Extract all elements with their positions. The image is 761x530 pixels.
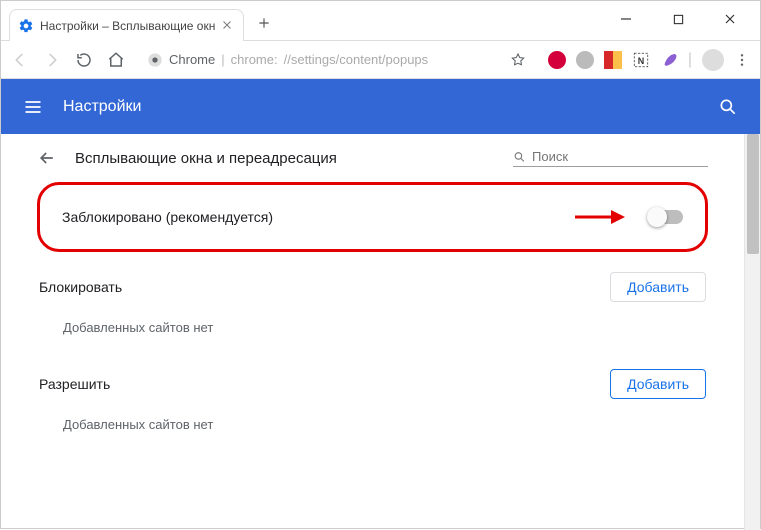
search-icon <box>513 150 526 164</box>
allow-add-button[interactable]: Добавить <box>610 369 706 399</box>
nav-back-icon <box>11 51 29 69</box>
header-search-icon[interactable] <box>718 97 738 117</box>
address-scheme: chrome: <box>231 52 278 67</box>
menu-hamburger-icon[interactable] <box>23 97 43 117</box>
back-arrow-icon[interactable] <box>37 148 57 168</box>
extension-icon[interactable]: N <box>632 51 650 69</box>
block-add-button[interactable]: Добавить <box>610 272 706 302</box>
settings-favicon-icon <box>18 18 34 34</box>
window-titlebar: Настройки – Всплывающие окн <box>1 1 760 41</box>
nav-forward-icon <box>43 51 61 69</box>
content-subheader: Всплывающие окна и переадресация <box>37 148 708 168</box>
browser-tab[interactable]: Настройки – Всплывающие окн <box>9 9 244 41</box>
scrollbar-thumb[interactable] <box>747 134 759 254</box>
address-separator: | <box>221 52 224 67</box>
allow-section-header: Разрешить Добавить <box>37 363 708 413</box>
address-label: Chrome <box>169 52 215 67</box>
popups-toggle[interactable] <box>649 210 683 224</box>
new-tab-button[interactable] <box>250 9 278 37</box>
profile-avatar-icon[interactable] <box>702 49 724 71</box>
page-title: Всплывающие окна и переадресация <box>75 150 495 167</box>
nav-reload-icon[interactable] <box>75 51 93 69</box>
vertical-scrollbar[interactable] <box>744 134 760 530</box>
search-input[interactable] <box>532 149 708 164</box>
extension-icon[interactable] <box>604 51 622 69</box>
address-bar[interactable]: Chrome | chrome: //settings/content/popup… <box>137 46 536 74</box>
menu-dots-icon[interactable] <box>734 52 750 68</box>
browser-toolbar: Chrome | chrome: //settings/content/popup… <box>1 41 760 79</box>
tab-title: Настройки – Всплывающие окн <box>40 19 215 33</box>
settings-header: Настройки <box>1 79 760 134</box>
nav-home-icon[interactable] <box>107 51 125 69</box>
window-maximize-icon[interactable] <box>664 5 692 33</box>
content-search-field[interactable] <box>513 149 708 167</box>
window-close-icon[interactable] <box>716 5 744 33</box>
settings-header-title: Настройки <box>63 98 141 116</box>
window-minimize-icon[interactable] <box>612 5 640 33</box>
bookmark-star-icon[interactable] <box>510 52 526 68</box>
address-path: //settings/content/popups <box>284 52 429 67</box>
allow-empty-message: Добавленных сайтов нет <box>37 413 708 460</box>
allow-section-title: Разрешить <box>39 376 110 392</box>
settings-content: Всплывающие окна и переадресация Заблоки… <box>1 134 744 530</box>
extension-icon[interactable] <box>576 51 594 69</box>
blocked-toggle-label: Заблокировано (рекомендуется) <box>62 209 273 225</box>
block-section-header: Блокировать Добавить <box>37 266 708 316</box>
svg-text:N: N <box>638 55 645 65</box>
toggle-knob <box>647 207 667 227</box>
chrome-logo-icon <box>147 52 163 68</box>
highlight-annotation: Заблокировано (рекомендуется) <box>37 182 708 252</box>
close-tab-icon[interactable] <box>221 19 235 33</box>
block-section-title: Блокировать <box>39 279 122 295</box>
extension-divider: | <box>688 51 692 69</box>
feather-extension-icon[interactable] <box>660 51 678 69</box>
adblock-extension-icon[interactable] <box>548 51 566 69</box>
block-empty-message: Добавленных сайтов нет <box>37 316 708 363</box>
annotation-arrow-icon <box>573 208 625 226</box>
